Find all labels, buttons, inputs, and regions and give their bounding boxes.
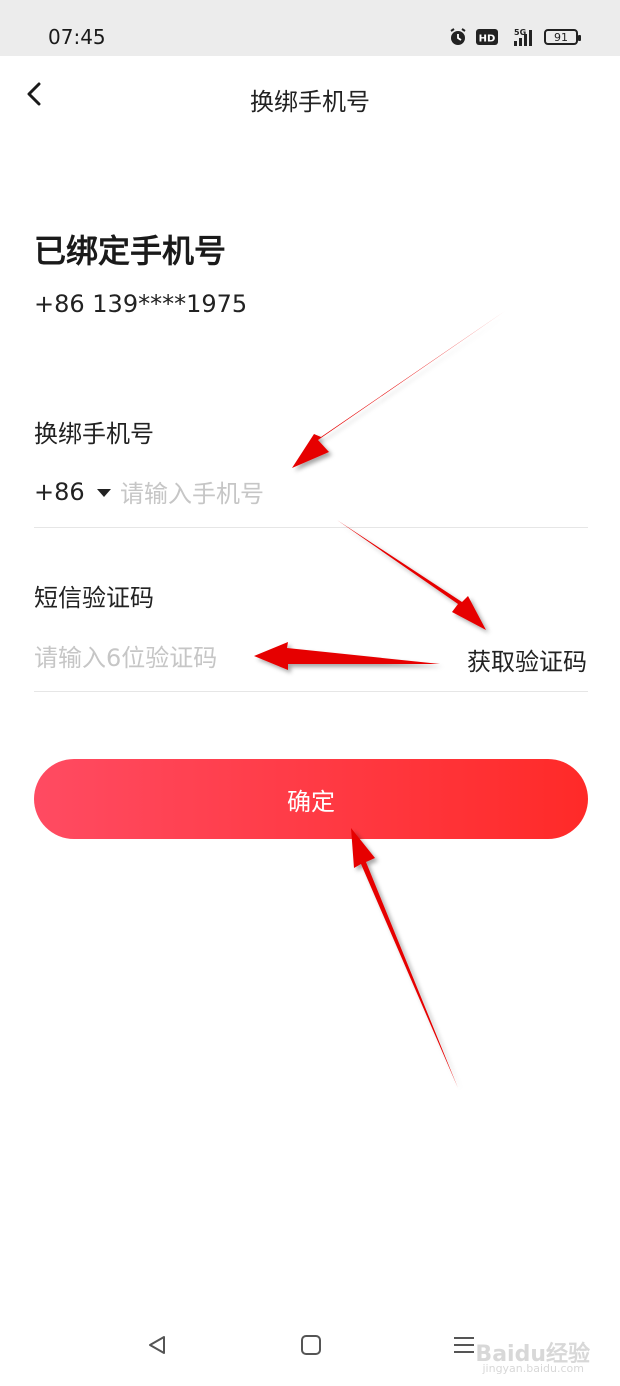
get-code-button[interactable]: 获取验证码 [467,642,587,677]
nav-back-icon[interactable] [146,1334,168,1360]
confirm-button[interactable]: 确定 [34,759,588,839]
phone-input[interactable] [120,474,560,514]
status-icons: HD 5G 91 [448,25,581,49]
country-code-value: +86 [34,478,85,506]
bound-phone-title: 已绑定手机号 [34,232,227,270]
divider [34,527,588,528]
watermark-sub: jingyan.baidu.com [482,1362,584,1375]
arrow-to-phone-input [292,311,505,468]
nav-menu-icon[interactable] [452,1334,476,1360]
signal-icon: 5G [506,27,536,47]
arrow-to-confirm-button [351,828,458,1088]
page-title: 换绑手机号 [250,88,370,116]
divider [34,691,588,692]
sms-code-label: 短信验证码 [34,584,154,612]
confirm-button-label: 确定 [287,787,335,816]
bound-phone-number: +86 139****1975 [34,290,248,318]
status-bar: 07:45 HD 5G 91 [0,0,620,56]
country-code-selector[interactable]: +86 [34,478,111,506]
caret-down-icon [96,489,111,497]
nav-home-icon[interactable] [300,1334,322,1360]
alarm-icon [448,27,468,47]
annotation-arrows [254,311,505,1088]
hd-icon: HD [476,28,498,46]
arrow-to-get-code [337,520,486,630]
status-time: 07:45 [48,25,106,49]
battery-level: 91 [554,30,568,44]
svg-text:HD: HD [479,34,496,45]
battery-icon: 91 [544,29,581,45]
new-phone-label: 换绑手机号 [34,420,154,448]
nav-header: 换绑手机号 [0,56,620,136]
sms-code-input[interactable] [34,638,414,678]
